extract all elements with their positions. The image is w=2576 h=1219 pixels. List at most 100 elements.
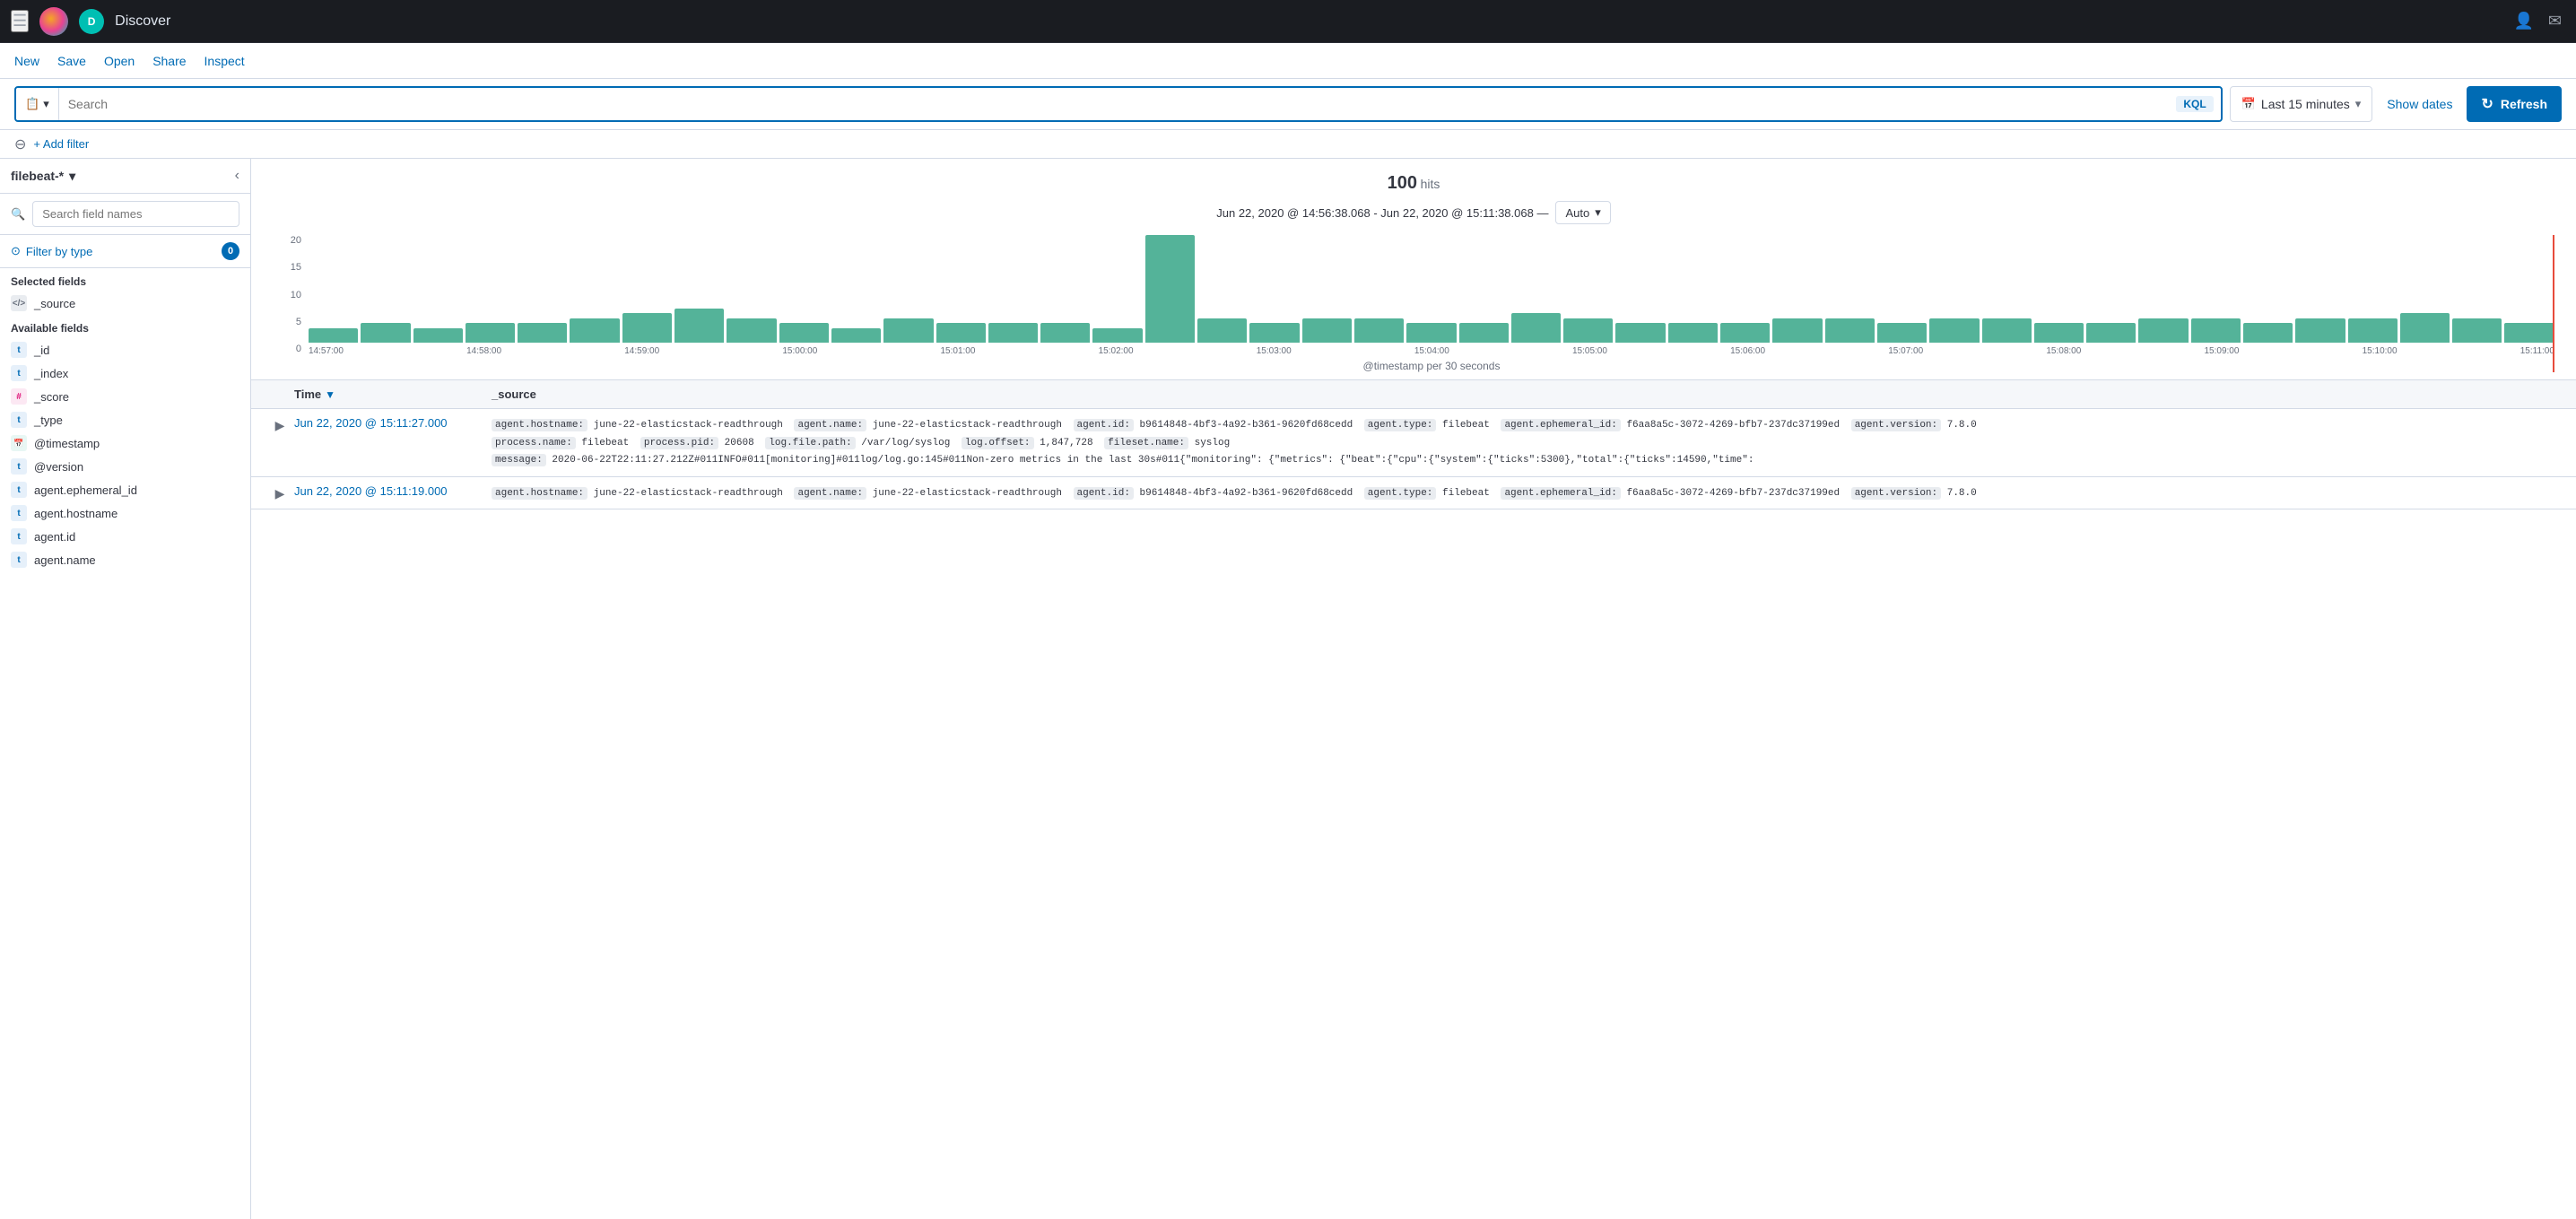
histogram-bar[interactable]	[1615, 323, 1665, 343]
expand-row-button[interactable]: ▶	[265, 484, 294, 501]
histogram-bar[interactable]	[988, 323, 1038, 343]
table-row: ▶ Jun 22, 2020 @ 15:11:19.000 agent.host…	[251, 477, 2576, 510]
app-logo	[39, 7, 68, 36]
histogram-bars[interactable]	[309, 235, 2554, 343]
list-item[interactable]: t _type	[0, 408, 250, 431]
x-axis-labels: 14:57:00 14:58:00 14:59:00 15:00:00 15:0…	[309, 346, 2554, 356]
result-source: agent.hostname: june-22-elasticstack-rea…	[492, 416, 2562, 469]
histogram-bar[interactable]	[1249, 323, 1299, 343]
histogram-bar[interactable]	[1459, 323, 1509, 343]
histogram-bar[interactable]	[518, 323, 567, 343]
avatar: D	[79, 9, 104, 34]
share-button[interactable]: Share	[152, 54, 186, 68]
search-icon: 🔍	[11, 207, 25, 222]
histogram-bar[interactable]	[2086, 323, 2136, 343]
list-item[interactable]: </> _source	[0, 292, 250, 315]
field-search-input[interactable]	[32, 201, 239, 227]
result-time: Jun 22, 2020 @ 15:11:19.000	[294, 484, 492, 498]
list-item[interactable]: t agent.hostname	[0, 501, 250, 525]
histogram-bar[interactable]	[1092, 328, 1142, 343]
list-item[interactable]: 📅 @timestamp	[0, 431, 250, 455]
histogram-bar[interactable]	[2138, 318, 2188, 343]
histogram-bar[interactable]	[1354, 318, 1404, 343]
sort-icon: ▼	[325, 388, 335, 401]
filter-options-button[interactable]: ⊖	[14, 135, 26, 153]
refresh-icon: ↻	[2481, 95, 2493, 113]
histogram-bar[interactable]	[674, 309, 724, 343]
collapse-sidebar-button[interactable]: ‹	[235, 168, 239, 184]
histogram-bar[interactable]	[1406, 323, 1456, 343]
data-view-icon: 📋	[25, 97, 39, 111]
time-picker[interactable]: 📅 Last 15 minutes ▾	[2230, 86, 2373, 122]
list-item[interactable]: t agent.name	[0, 548, 250, 571]
histogram-bar[interactable]	[1982, 318, 2032, 343]
histogram-bar[interactable]	[1668, 323, 1718, 343]
histogram-bar[interactable]	[2243, 323, 2293, 343]
list-item[interactable]: t @version	[0, 455, 250, 478]
list-item[interactable]: # _score	[0, 385, 250, 408]
show-dates-button[interactable]: Show dates	[2380, 97, 2459, 111]
histogram-bar[interactable]	[2191, 318, 2241, 343]
text-type-icon: t	[11, 505, 27, 521]
number-type-icon: #	[11, 388, 27, 405]
histogram-bar[interactable]	[2348, 318, 2398, 343]
histogram-bar[interactable]	[413, 328, 463, 343]
filter-icon: ⊙	[11, 244, 21, 258]
histogram-bar[interactable]	[622, 313, 672, 343]
histogram-bar[interactable]	[1040, 323, 1090, 343]
interval-select[interactable]: Auto ▾	[1555, 201, 1610, 224]
chevron-down-icon: ▾	[43, 97, 49, 111]
expand-row-button[interactable]: ▶	[265, 416, 294, 433]
sidebar: filebeat-* ▾ ‹ 🔍 ⊙ Filter by type 0 Sele…	[0, 159, 251, 1219]
histogram-bar[interactable]	[1563, 318, 1613, 343]
histogram-bar[interactable]	[936, 323, 986, 343]
data-view-button[interactable]: 📋 ▾	[16, 88, 59, 120]
open-button[interactable]: Open	[104, 54, 135, 68]
search-input[interactable]	[59, 97, 2177, 111]
histogram-bar[interactable]	[2034, 323, 2084, 343]
histogram-bar[interactable]	[466, 323, 515, 343]
filter-by-type-button[interactable]: ⊙ Filter by type	[11, 244, 92, 258]
histogram-bar[interactable]	[1197, 318, 1247, 343]
source-col-header: _source	[492, 387, 536, 401]
list-item[interactable]: t agent.ephemeral_id	[0, 478, 250, 501]
user-icon[interactable]: 👤	[2510, 8, 2537, 34]
list-item[interactable]: t _id	[0, 338, 250, 361]
inspect-button[interactable]: Inspect	[205, 54, 245, 68]
histogram-bar[interactable]	[1145, 235, 1195, 343]
histogram-bar[interactable]	[727, 318, 776, 343]
list-item[interactable]: t agent.id	[0, 525, 250, 548]
histogram-bar[interactable]	[1929, 318, 1979, 343]
current-time-line	[2553, 235, 2554, 372]
histogram-bar[interactable]	[309, 328, 358, 343]
new-button[interactable]: New	[14, 54, 39, 68]
save-button[interactable]: Save	[57, 54, 86, 68]
histogram-bar[interactable]	[1877, 323, 1927, 343]
histogram-bar[interactable]	[1511, 313, 1561, 343]
time-col-header[interactable]: Time ▼	[294, 387, 492, 401]
histogram-bar[interactable]	[2452, 318, 2502, 343]
text-type-icon: t	[11, 482, 27, 498]
histogram-bar[interactable]	[1302, 318, 1352, 343]
histogram-bar[interactable]	[1825, 318, 1875, 343]
chart-area: 100 hits Jun 22, 2020 @ 14:56:38.068 - J…	[251, 159, 2576, 380]
index-pattern-button[interactable]: filebeat-* ▾	[11, 169, 75, 184]
histogram-bar[interactable]	[883, 318, 933, 343]
histogram-bar[interactable]	[361, 323, 410, 343]
histogram-bar[interactable]	[779, 323, 829, 343]
histogram-bar[interactable]	[2400, 313, 2450, 343]
date-range-text: Jun 22, 2020 @ 14:56:38.068 - Jun 22, 20…	[1216, 206, 1548, 220]
add-filter-button[interactable]: + Add filter	[33, 137, 89, 151]
mail-icon[interactable]: ✉	[2545, 8, 2565, 34]
hamburger-button[interactable]: ☰	[11, 10, 29, 32]
date-type-icon: 📅	[11, 435, 27, 451]
list-item[interactable]: t _index	[0, 361, 250, 385]
histogram-bar[interactable]	[2504, 323, 2554, 343]
histogram-bar[interactable]	[1772, 318, 1822, 343]
histogram-bar[interactable]	[570, 318, 619, 343]
histogram-bar[interactable]	[1720, 323, 1770, 343]
histogram-bar[interactable]	[831, 328, 881, 343]
histogram-bar[interactable]	[2295, 318, 2345, 343]
refresh-button[interactable]: ↻ Refresh	[2467, 86, 2562, 122]
result-row-main: ▶ Jun 22, 2020 @ 15:11:27.000 agent.host…	[251, 409, 2576, 476]
